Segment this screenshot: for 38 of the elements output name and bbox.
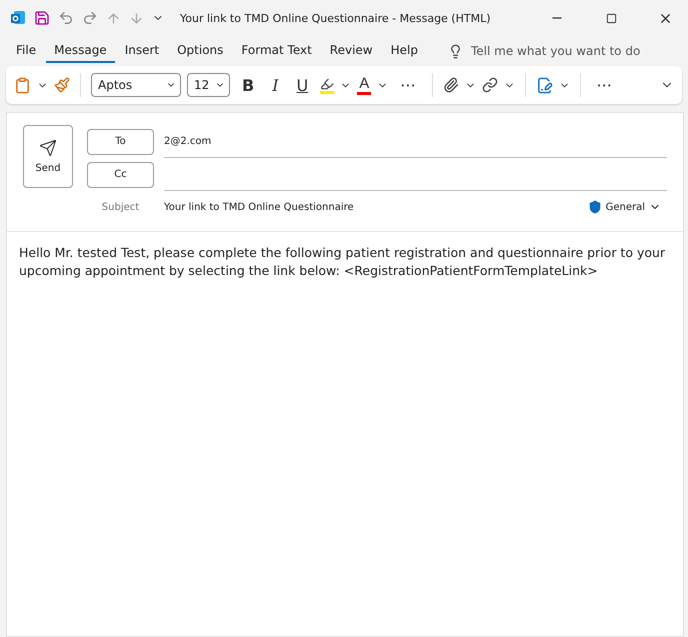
send-icon — [39, 139, 57, 157]
app-icon — [10, 10, 26, 26]
save-icon[interactable] — [34, 10, 50, 26]
paintbrush-icon[interactable] — [54, 77, 70, 93]
subject-field[interactable]: Your link to TMD Online Questionnaire — [164, 202, 572, 212]
underline-button[interactable]: U — [290, 76, 314, 94]
sensitivity-button[interactable]: General — [582, 199, 667, 215]
link-icon[interactable] — [482, 77, 498, 93]
send-button[interactable]: Send — [23, 125, 73, 188]
size-select[interactable]: 12 — [187, 73, 230, 97]
clipboard-icon[interactable] — [14, 76, 31, 94]
font-select[interactable]: Aptos — [91, 73, 181, 97]
signature-icon[interactable] — [536, 76, 553, 94]
ribbon-tab[interactable]: Review — [322, 39, 381, 63]
search-field[interactable]: Tell me what you want to do — [470, 44, 640, 58]
ribbon-tab[interactable]: File — [8, 39, 44, 63]
to-button[interactable]: To — [87, 128, 154, 154]
bold-button[interactable]: B — [236, 76, 260, 94]
italic-button[interactable]: I — [266, 76, 285, 94]
ribbon-tab[interactable]: Options — [169, 39, 232, 63]
ribbon-tab[interactable]: Format Text — [233, 39, 320, 63]
shield-icon — [588, 200, 602, 214]
paperclip-icon[interactable] — [442, 77, 459, 93]
window-title: Your link to TMD Online Questionnaire - Message (HTML) — [180, 12, 492, 24]
ribbon-tab[interactable]: Message — [46, 39, 115, 63]
cc-button[interactable]: Cc — [87, 162, 154, 188]
font-color-button[interactable]: A — [357, 76, 372, 94]
maximize-icon — [606, 12, 616, 24]
ribbon-tab[interactable]: Help — [382, 39, 426, 63]
more-button[interactable]: ··· — [394, 76, 422, 94]
overflow-button[interactable]: ··· — [590, 76, 618, 94]
redo-icon[interactable] — [82, 10, 98, 26]
message-body[interactable]: Hello Mr. tested Test, please complete the following patient registration and questionnaire prior to your upcoming appointment by selecting the link below: <RegistrationPatientFormTemplateLink> — [7, 232, 683, 292]
ribbon-tab[interactable]: Insert — [116, 39, 168, 63]
undo-icon[interactable] — [58, 10, 74, 26]
highlighter-icon[interactable] — [320, 76, 334, 94]
to-field[interactable]: 2@2.com — [164, 125, 667, 158]
subject-label: Subject — [100, 202, 140, 212]
